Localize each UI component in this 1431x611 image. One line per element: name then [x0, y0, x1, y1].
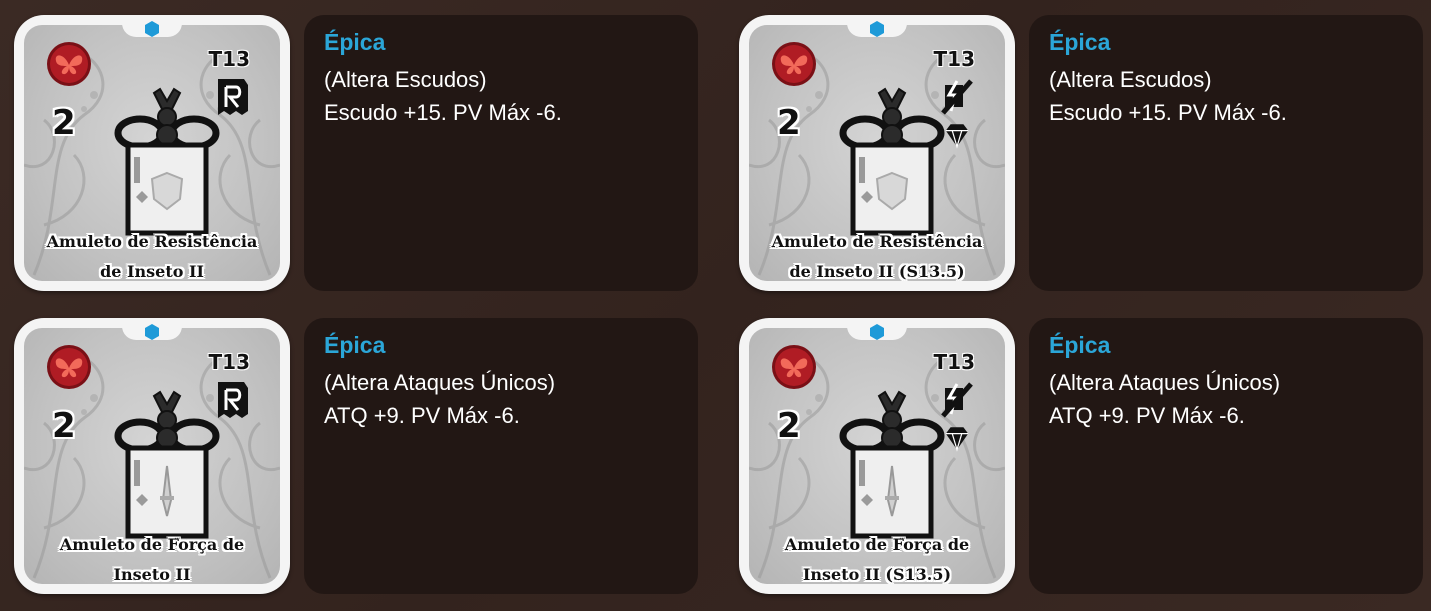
card-name-line-1: Amuleto de Força de	[784, 535, 970, 554]
cost-value: 2	[777, 103, 801, 143]
description-panel: Épica (Altera Ataques Únicos) ATQ +9. PV…	[1029, 318, 1423, 594]
cost-value: 2	[52, 103, 76, 143]
card-name-line-2: Inseto II	[113, 565, 191, 584]
card-name: Amuleto de Força de Inseto II (S13.5)	[755, 530, 999, 584]
amulet-card[interactable]: 2 T13 Amuleto de Força de	[739, 318, 1015, 594]
amulet-entry: 2 T13 Amuleto de Força de	[739, 318, 1423, 594]
tier-label: T13	[208, 47, 250, 71]
cost-value: 2	[777, 406, 801, 446]
tier-label: T13	[208, 350, 250, 374]
gem-icon	[870, 324, 884, 340]
effect-type: (Altera Ataques Únicos)	[1049, 370, 1281, 395]
amulet-icon	[839, 390, 945, 539]
amulet-icon	[114, 390, 220, 539]
amulet-entry: 2 T13 Amuleto de Força de	[14, 318, 698, 594]
amulet-card[interactable]: 2 T13 Amuleto de Resistência de Inseto I…	[14, 15, 290, 291]
card-name: Amuleto de Resistência de Inseto II	[30, 227, 274, 281]
amulet-card[interactable]: 2 T13 Amuleto de Resistência de Inseto I…	[739, 15, 1015, 291]
effect-type: (Altera Escudos)	[324, 67, 487, 92]
card-art: 2 T13 Amuleto de Força de	[749, 328, 1005, 584]
cost-value: 2	[52, 406, 76, 446]
effect-type: (Altera Escudos)	[1049, 67, 1212, 92]
card-name-line-2: de Inseto II	[100, 262, 204, 281]
butterfly-badge-icon	[47, 42, 91, 86]
card-name-line-1: Amuleto de Resistência	[46, 232, 258, 251]
rarity-label: Épica	[324, 29, 386, 55]
effect-text: Escudo +15. PV Máx -6.	[1049, 100, 1287, 125]
card-art: 2 T13 Amuleto de Força de	[24, 328, 280, 584]
card-name-line-1: Amuleto de Força de	[59, 535, 245, 554]
card-name: Amuleto de Força de Inseto II	[30, 530, 274, 584]
amulet-card[interactable]: 2 T13 Amuleto de Força de	[14, 318, 290, 594]
gem-icon	[870, 21, 884, 37]
effect-text: Escudo +15. PV Máx -6.	[324, 100, 562, 125]
amulet-entry: 2 T13 Amuleto de Resistência de Inseto I…	[739, 15, 1423, 291]
amulet-entry: 2 T13 Amuleto de Resistência de Inseto I…	[14, 15, 698, 291]
description-panel: Épica (Altera Ataques Únicos) ATQ +9. PV…	[304, 318, 698, 594]
gem-icon	[145, 21, 159, 37]
butterfly-badge-icon	[772, 345, 816, 389]
tier-label: T13	[933, 47, 975, 71]
description-panel: Épica (Altera Escudos) Escudo +15. PV Má…	[304, 15, 698, 291]
rarity-label: Épica	[324, 332, 386, 358]
effect-text: ATQ +9. PV Máx -6.	[324, 403, 520, 428]
rarity-label: Épica	[1049, 332, 1111, 358]
tier-label: T13	[933, 350, 975, 374]
card-art: 2 T13 Amuleto de Resistência de Inseto I…	[749, 25, 1005, 281]
effect-type: (Altera Ataques Únicos)	[324, 370, 556, 395]
amulet-icon	[114, 87, 220, 236]
card-name-line-1: Amuleto de Resistência	[771, 232, 983, 251]
butterfly-badge-icon	[772, 42, 816, 86]
amulet-icon	[839, 87, 945, 236]
effect-text: ATQ +9. PV Máx -6.	[1049, 403, 1245, 428]
card-art: 2 T13 Amuleto de Resistência de Inseto I…	[24, 25, 280, 281]
card-name-line-2: Inseto II (S13.5)	[802, 565, 952, 584]
butterfly-badge-icon	[47, 345, 91, 389]
rarity-label: Épica	[1049, 29, 1111, 55]
card-name: Amuleto de Resistência de Inseto II (S13…	[755, 227, 999, 281]
description-panel: Épica (Altera Escudos) Escudo +15. PV Má…	[1029, 15, 1423, 291]
card-name-line-2: de Inseto II (S13.5)	[789, 262, 965, 281]
gem-icon	[145, 324, 159, 340]
